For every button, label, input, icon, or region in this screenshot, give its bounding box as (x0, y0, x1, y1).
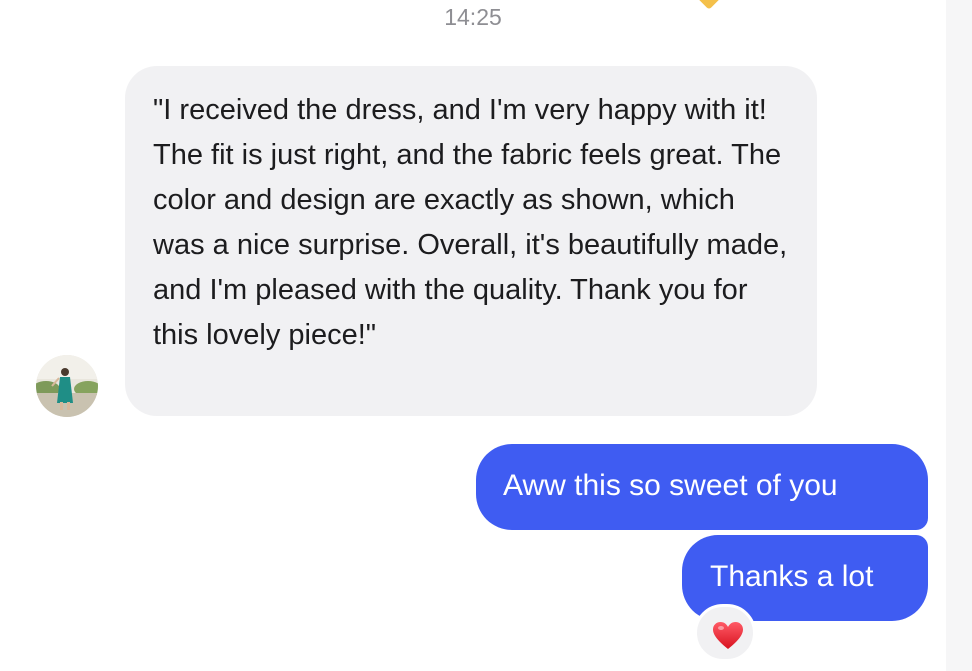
avatar-photo-icon (36, 355, 98, 417)
incoming-message-bubble[interactable]: "I received the dress, and I'm very happ… (125, 66, 817, 416)
sender-avatar[interactable] (36, 355, 98, 417)
message-reaction[interactable] (694, 604, 756, 662)
heart-icon (713, 622, 743, 649)
outgoing-message-bubble[interactable]: Aww this so sweet of you (476, 444, 928, 530)
message-timestamp: 14:25 (444, 4, 502, 30)
scrollbar[interactable] (946, 0, 972, 671)
